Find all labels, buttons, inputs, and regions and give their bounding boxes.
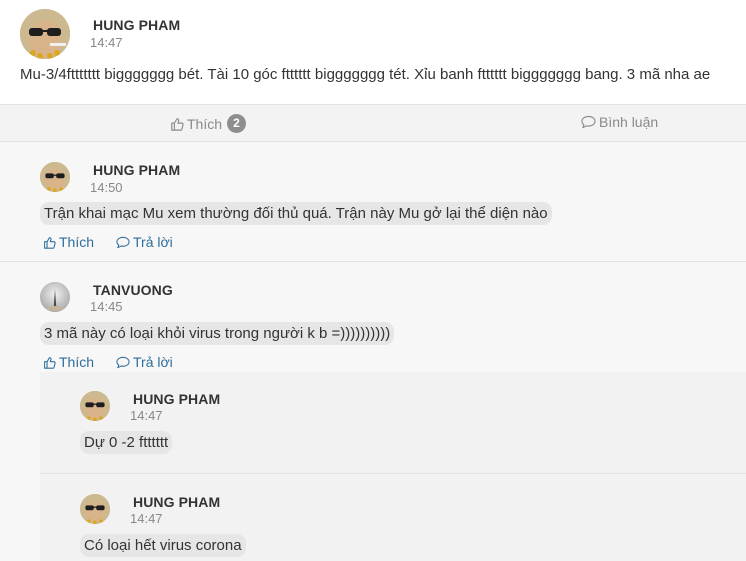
- post-author-name[interactable]: HUNG PHAM: [93, 17, 180, 33]
- comment-reply-button[interactable]: Trả lời: [116, 354, 173, 370]
- comment-author-name[interactable]: TANVUONG: [93, 282, 173, 298]
- thumbs-up-icon: [43, 356, 56, 369]
- avatar[interactable]: [20, 9, 70, 59]
- avatar[interactable]: [80, 391, 110, 421]
- post-timestamp: 14:47: [90, 35, 123, 50]
- comment-author-name[interactable]: HUNG PHAM: [93, 162, 180, 178]
- thumbs-up-icon: [170, 117, 184, 131]
- comment-like-label: Thích: [59, 234, 95, 250]
- comment-label: Bình luận: [599, 114, 659, 130]
- comment-text: Trận khai mạc Mu xem thường đối thủ quá.…: [40, 202, 552, 225]
- like-label: Thích: [187, 115, 223, 132]
- comment-like-button[interactable]: Thích: [43, 354, 94, 370]
- comment-reply-label: Trả lời: [133, 234, 173, 250]
- reply-divider: [40, 473, 746, 474]
- comment-timestamp: 14:50: [90, 180, 123, 195]
- like-count-badge: 2: [227, 114, 247, 133]
- comment-text: 3 mã này có loại khỏi virus trong người …: [40, 322, 395, 345]
- reply-author-name[interactable]: HUNG PHAM: [133, 494, 220, 510]
- speech-bubble-icon: [116, 356, 130, 369]
- post-action-bar: Thích 2 Bình luận: [0, 104, 746, 142]
- like-button[interactable]: Thích 2: [170, 114, 247, 133]
- reply-timestamp: 14:47: [130, 511, 163, 526]
- comment-reply-label: Trả lời: [133, 354, 173, 370]
- speech-bubble-icon: [116, 236, 130, 249]
- avatar[interactable]: [40, 282, 70, 312]
- comment-reply-button[interactable]: Trả lời: [116, 234, 173, 250]
- comment-timestamp: 14:45: [90, 299, 123, 314]
- reply-timestamp: 14:47: [130, 408, 163, 423]
- comment-divider: [0, 261, 746, 262]
- comment-like-button[interactable]: Thích: [43, 234, 94, 250]
- reply-text: Có loại hết virus corona: [80, 534, 246, 557]
- avatar[interactable]: [80, 494, 110, 524]
- avatar[interactable]: [40, 162, 70, 192]
- post-body-text: Mu-3/4fttttttt biggggggg bét. Tài 10 góc…: [20, 66, 711, 83]
- comment-button[interactable]: Bình luận: [581, 114, 658, 130]
- speech-bubble-icon: [581, 115, 596, 129]
- thumbs-up-icon: [43, 236, 56, 249]
- reply-author-name[interactable]: HUNG PHAM: [133, 391, 220, 407]
- reply-text: Dự 0 -2 ftttttt: [80, 431, 173, 454]
- comment-like-label: Thích: [59, 354, 95, 370]
